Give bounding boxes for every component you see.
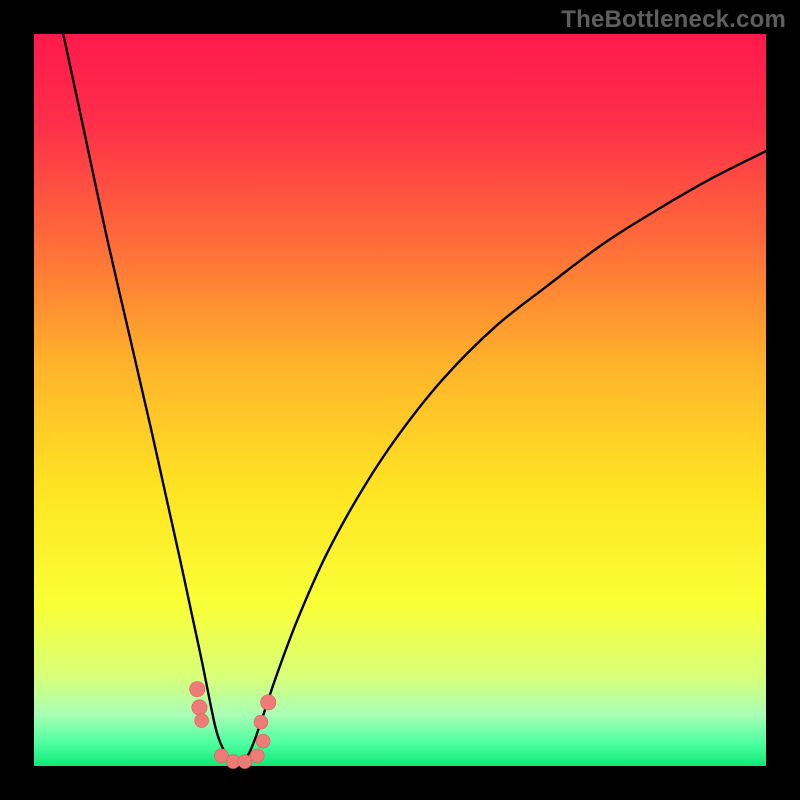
curve-marker: [195, 714, 209, 728]
curve-marker: [254, 715, 268, 729]
watermark-text: TheBottleneck.com: [561, 6, 786, 34]
curve-marker: [238, 755, 252, 769]
curve-marker: [192, 700, 207, 715]
curve-marker: [261, 695, 276, 710]
curve-marker: [256, 734, 270, 748]
curve-marker: [190, 681, 205, 696]
chart-stage: TheBottleneck.com: [0, 0, 800, 800]
bottleneck-chart: [0, 0, 800, 800]
curve-marker: [250, 749, 264, 763]
